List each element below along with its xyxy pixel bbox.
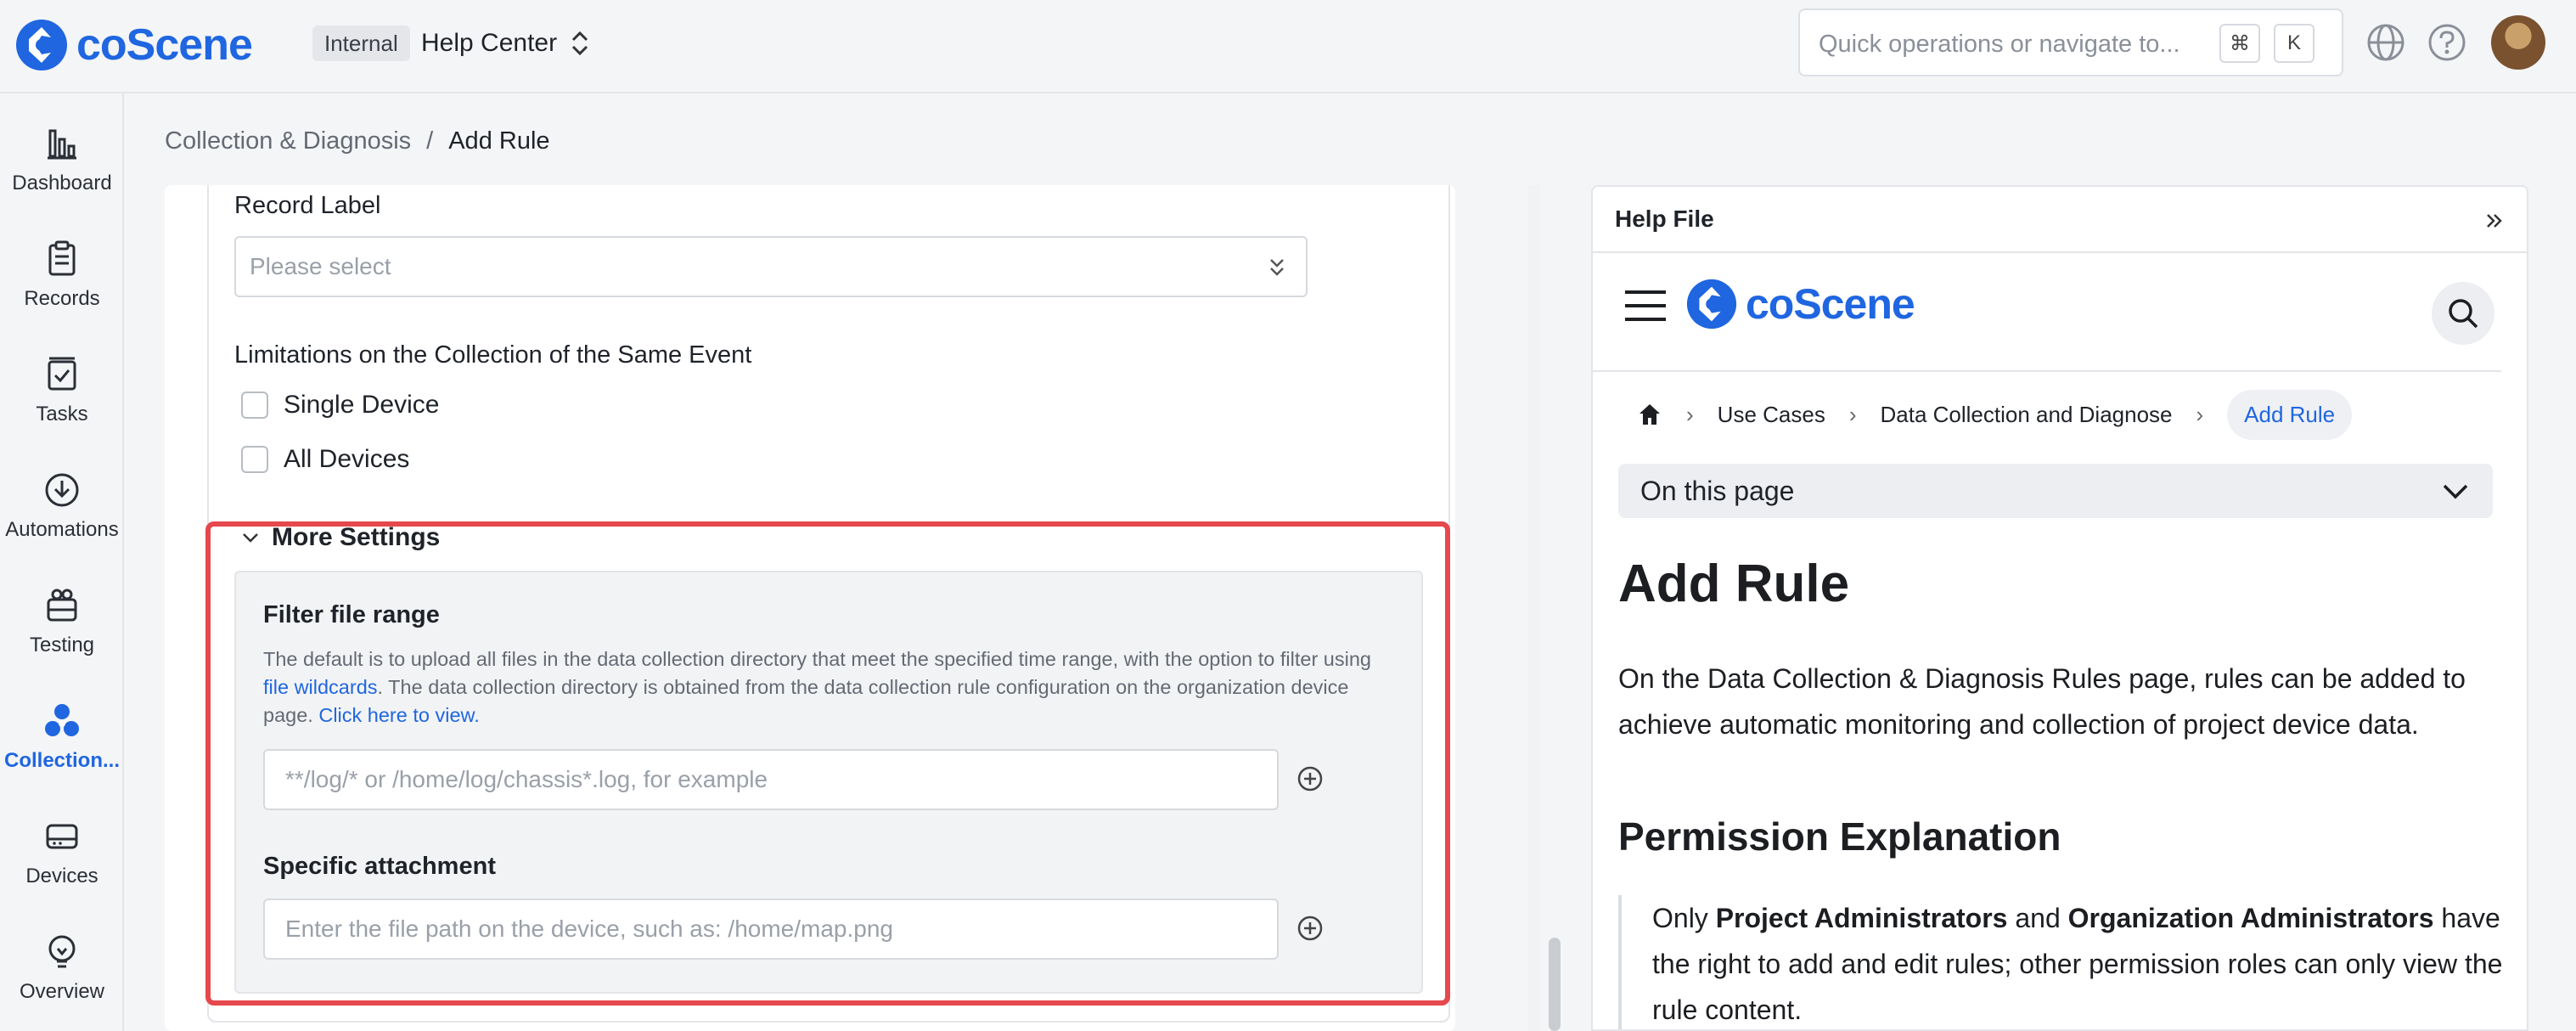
- nav-label: Collection...: [3, 749, 120, 772]
- help-question-icon[interactable]: [2427, 22, 2467, 63]
- nav-item-devices[interactable]: Devices: [0, 817, 124, 927]
- doc-logo-text: coScene: [1746, 280, 1915, 328]
- shortcut-key-k: K: [2274, 24, 2314, 63]
- help-file-panel: Help File coScene › Use Cases › Data Col…: [1591, 185, 2528, 1031]
- chevron-right-icon: ›: [1848, 401, 1857, 427]
- top-bar: coScene Internal Help Center Quick opera…: [0, 0, 2576, 93]
- nav-label: Automations: [5, 518, 119, 541]
- quick-search-box[interactable]: Quick operations or navigate to... ⌘ K: [1798, 8, 2343, 76]
- single-device-label: Single Device: [284, 391, 440, 419]
- more-settings-highlight-box: [205, 521, 1450, 1006]
- quote-text-2: and: [2007, 903, 2068, 933]
- user-avatar[interactable]: [2491, 15, 2545, 70]
- switch-org-icon[interactable]: [567, 29, 593, 58]
- breadcrumb-current: Add Rule: [448, 127, 550, 155]
- org-tag: Internal: [312, 25, 410, 61]
- testing-icon: [47, 589, 77, 622]
- quote-bold-2: Organization Administrators: [2067, 903, 2434, 933]
- breadcrumb-parent-link[interactable]: Collection & Diagnosis: [165, 126, 411, 156]
- language-globe-icon[interactable]: [2365, 22, 2406, 63]
- nav-item-testing[interactable]: Testing: [0, 586, 124, 696]
- quick-search-placeholder: Quick operations or navigate to...: [1819, 31, 2180, 58]
- form-scroll-track[interactable]: [1528, 185, 1540, 1031]
- single-device-checkbox[interactable]: [241, 392, 268, 419]
- bar-chart-icon: [48, 129, 76, 160]
- doc-crumb-current: Add Rule: [2227, 389, 2353, 440]
- record-label-label: Record Label: [234, 192, 381, 219]
- nav-label: Dashboard: [12, 172, 112, 194]
- chevron-right-icon: ›: [1686, 401, 1694, 427]
- hamburger-menu-icon[interactable]: [1623, 289, 1668, 323]
- nav-label: Devices: [25, 865, 98, 887]
- all-devices-option[interactable]: All Devices: [241, 445, 409, 474]
- nav-label: Records: [24, 287, 100, 310]
- nav-item-collection[interactable]: Collection...: [0, 701, 124, 812]
- clipboard-icon: [48, 240, 76, 276]
- shortcut-key-cmd: ⌘: [2219, 24, 2260, 63]
- app-logo-text: coScene: [76, 20, 253, 70]
- chevron-right-icon: ›: [2196, 401, 2204, 427]
- nav-label: Overview: [19, 980, 105, 1003]
- doc-search-button[interactable]: [2432, 282, 2494, 345]
- form-scroll-thumb[interactable]: [1549, 938, 1561, 1031]
- all-devices-label: All Devices: [284, 445, 410, 473]
- nav-item-records[interactable]: Records: [0, 239, 124, 350]
- device-icon: [46, 824, 78, 849]
- org-name[interactable]: Help Center: [421, 25, 557, 61]
- doc-navbar: coScene: [1593, 253, 2501, 372]
- lightbulb-icon: [48, 935, 76, 968]
- doc-heading: Add Rule: [1618, 555, 1850, 613]
- nav-item-dashboard[interactable]: Dashboard: [0, 124, 124, 234]
- quote-text-1: Only: [1652, 903, 1716, 933]
- doc-subheading: Permission Explanation: [1618, 814, 2061, 859]
- chevron-down-icon: [2443, 484, 2468, 499]
- single-device-option[interactable]: Single Device: [241, 391, 439, 420]
- record-label-placeholder: Please select: [250, 253, 391, 279]
- doc-breadcrumb: › Use Cases › Data Collection and Diagno…: [1637, 389, 2353, 440]
- limitations-label: Limitations on the Collection of the Sam…: [234, 341, 752, 369]
- collapse-panel-icon[interactable]: [2483, 209, 2506, 233]
- coscene-logo-icon: [16, 20, 67, 70]
- nav-item-tasks[interactable]: Tasks: [0, 355, 124, 465]
- doc-crumb-use-cases[interactable]: Use Cases: [1718, 402, 1825, 428]
- task-check-icon: [48, 357, 76, 391]
- app-logo[interactable]: coScene: [14, 15, 253, 75]
- collection-icon: [45, 704, 79, 736]
- help-file-title: Help File: [1615, 206, 1714, 232]
- side-nav: Dashboard Records Tasks Automations Test…: [0, 93, 124, 1031]
- nav-label: Testing: [29, 634, 95, 656]
- automation-icon: [45, 473, 79, 507]
- doc-crumb-data-collection[interactable]: Data Collection and Diagnose: [1881, 402, 2173, 428]
- double-chevron-down-icon: [1270, 259, 1284, 276]
- help-file-header: Help File: [1593, 187, 2527, 253]
- on-this-page-toggle[interactable]: On this page: [1618, 464, 2493, 518]
- nav-label: Tasks: [36, 403, 88, 425]
- breadcrumb-separator: /: [426, 127, 434, 155]
- nav-item-overview[interactable]: Overview: [0, 932, 124, 1031]
- doc-logo[interactable]: coScene: [1685, 277, 1915, 331]
- record-label-select[interactable]: Please select: [234, 236, 1308, 297]
- permission-note: Only Project Administrators and Organiza…: [1618, 895, 2510, 1029]
- home-icon[interactable]: [1637, 402, 1662, 427]
- search-icon: [2449, 299, 2478, 329]
- all-devices-checkbox[interactable]: [241, 446, 268, 473]
- nav-item-automations[interactable]: Automations: [0, 470, 124, 581]
- on-this-page-label: On this page: [1640, 476, 1795, 506]
- quote-bold-1: Project Administrators: [1715, 903, 2008, 933]
- doc-intro-paragraph: On the Data Collection & Diagnosis Rules…: [1618, 663, 2466, 740]
- coscene-logo-icon: [1686, 279, 1737, 330]
- breadcrumb: Collection & Diagnosis / Add Rule: [165, 126, 550, 156]
